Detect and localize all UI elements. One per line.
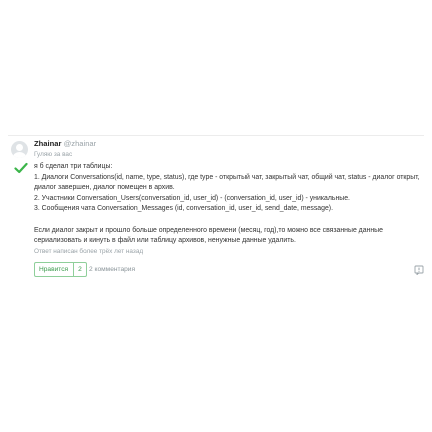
answer-text-line: 2. Участники Conversation_Users(conversa… <box>34 194 350 202</box>
author-name[interactable]: Zhainar <box>34 139 61 148</box>
answer-text-line: 3. Сообщения чата Conversation_Messages … <box>34 205 334 213</box>
avatar[interactable] <box>11 141 28 158</box>
answer-text-line: я б сделал три таблицы: <box>34 163 113 170</box>
answer-text-line: Если диалог закрыт и прошло больше опред… <box>34 226 383 234</box>
answer-text-line: диалог завершен, диалог помещен в архив. <box>34 184 175 192</box>
checkmark-icon <box>14 162 28 174</box>
answer-text-line: сериализовать и кинуть в файл или таблиц… <box>34 237 296 245</box>
avatar-body-shape <box>13 152 26 158</box>
comments-link[interactable]: 2 комментария <box>89 262 135 277</box>
like-label: Нравится <box>39 265 69 273</box>
answer-text-line: 1. Диалоги Conversations(id, name, type,… <box>34 173 420 181</box>
report-flag-icon[interactable] <box>414 265 424 275</box>
answer-body: я б сделал три таблицы: 1. Диалоги Conve… <box>34 162 426 247</box>
like-button[interactable]: Нравится 2 <box>34 261 87 277</box>
author-role: Гуляю за вас <box>34 151 73 158</box>
answer-timestamp: Ответ написан более трёх лет назад <box>34 247 144 255</box>
like-count: 2 <box>73 262 86 276</box>
divider <box>8 135 424 136</box>
answer-content: Zhainar @zhainar Гуляю за вас я б сделал… <box>34 139 426 277</box>
author-line: Zhainar @zhainar <box>34 139 426 149</box>
avatar-head-shape <box>16 144 23 151</box>
author-nick[interactable]: @zhainar <box>64 139 97 148</box>
answer-actions: Нравится 2 2 комментария <box>34 261 426 277</box>
